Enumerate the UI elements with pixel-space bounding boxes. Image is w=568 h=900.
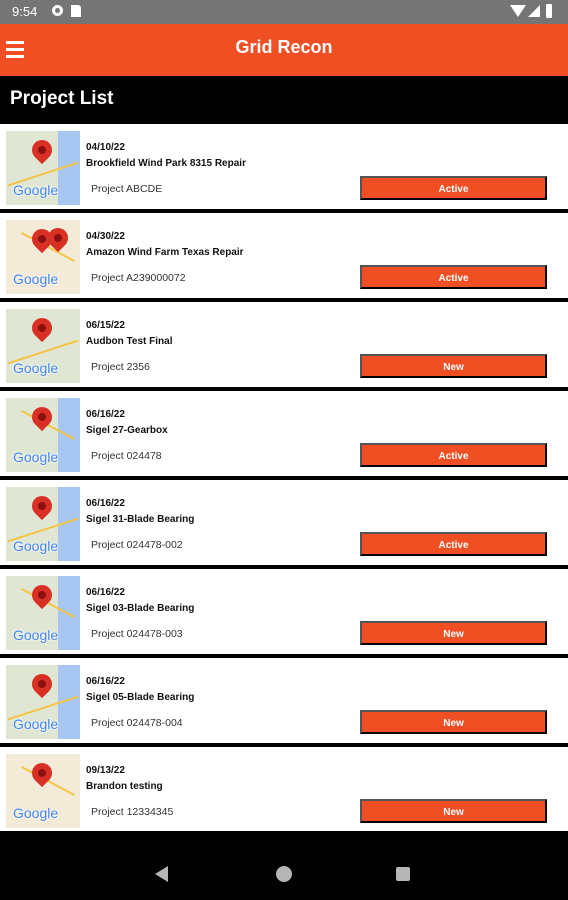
project-card[interactable]: Google 04/30/22 Amazon Wind Farm Texas R… [0, 213, 568, 298]
map-thumbnail: Google [6, 576, 80, 650]
project-card[interactable]: Google 06/16/22 Sigel 31-Blade Bearing P… [0, 480, 568, 565]
app-bar: Grid Recon [0, 24, 568, 76]
android-status-bar: 9:54 [0, 0, 568, 24]
project-name: Sigel 05-Blade Bearing [86, 692, 195, 703]
project-list-header: Project List [0, 76, 568, 124]
project-date: 09/13/22 [86, 765, 125, 776]
status-time: 9:54 [12, 4, 38, 19]
home-circle-icon[interactable] [276, 866, 292, 882]
map-pin-icon [27, 313, 57, 343]
project-name: Audbon Test Final [86, 336, 173, 347]
project-date: 04/30/22 [86, 231, 125, 242]
project-code: Project 2356 [91, 361, 150, 373]
project-date: 06/16/22 [86, 409, 125, 420]
project-card[interactable]: Google 06/16/22 Sigel 27-Gearbox Project… [0, 391, 568, 476]
map-thumbnail: Google [6, 398, 80, 472]
map-thumbnail: Google [6, 309, 80, 383]
google-map-label: Google [13, 538, 59, 554]
project-status-button[interactable]: New [360, 621, 547, 645]
map-thumbnail: Google [6, 487, 80, 561]
google-map-label: Google [13, 449, 59, 465]
project-code: Project ABCDE [91, 183, 163, 195]
project-code: Project A239000072 [91, 272, 186, 284]
recents-square-icon[interactable] [396, 867, 410, 881]
wifi-icon [510, 5, 526, 17]
back-triangle-icon[interactable] [155, 866, 168, 882]
project-date: 06/15/22 [86, 320, 125, 331]
storage-card-icon [71, 5, 81, 17]
project-name: Sigel 31-Blade Bearing [86, 514, 195, 525]
project-card[interactable]: Google 06/16/22 Sigel 05-Blade Bearing P… [0, 658, 568, 743]
map-pin-icon [27, 669, 57, 699]
map-thumbnail: Google [6, 665, 80, 739]
project-date: 06/16/22 [86, 587, 125, 598]
cellular-signal-icon [528, 5, 540, 17]
project-name: Sigel 27-Gearbox [86, 425, 168, 436]
map-thumbnail: Google [6, 220, 80, 294]
project-code: Project 024478-004 [91, 717, 183, 729]
google-map-label: Google [13, 182, 59, 198]
project-card[interactable]: Google 06/16/22 Sigel 03-Blade Bearing P… [0, 569, 568, 654]
project-name: Sigel 03-Blade Bearing [86, 603, 195, 614]
project-status-button[interactable]: New [360, 354, 547, 378]
google-map-label: Google [13, 805, 59, 821]
project-name: Brandon testing [86, 781, 163, 792]
project-status-button[interactable]: New [360, 799, 547, 823]
project-card[interactable]: Google 06/15/22 Audbon Test Final Projec… [0, 302, 568, 387]
app-title: Grid Recon [235, 37, 333, 57]
battery-icon [546, 4, 552, 18]
map-thumbnail: Google [6, 131, 80, 205]
project-status-button[interactable]: New [360, 710, 547, 734]
project-status-button[interactable]: Active [360, 176, 547, 200]
google-map-label: Google [13, 360, 59, 376]
map-pin-icon [27, 135, 57, 165]
project-date: 06/16/22 [86, 498, 125, 509]
google-map-label: Google [13, 627, 59, 643]
map-thumbnail: Google [6, 754, 80, 828]
google-map-label: Google [13, 271, 59, 287]
project-code: Project 024478-002 [91, 539, 183, 551]
map-pin-icon [27, 491, 57, 521]
page-title: Project List [10, 88, 114, 109]
project-date: 04/10/22 [86, 142, 125, 153]
project-name: Amazon Wind Farm Texas Repair [86, 247, 244, 258]
google-map-label: Google [13, 716, 59, 732]
project-date: 06/16/22 [86, 676, 125, 687]
project-name: Brookfield Wind Park 8315 Repair [86, 158, 246, 169]
project-list: Google 04/10/22 Brookfield Wind Park 831… [0, 124, 568, 835]
android-navigation-bar [0, 856, 568, 900]
project-card[interactable]: Google 09/13/22 Brandon testing Project … [0, 747, 568, 831]
project-card[interactable]: Google 04/10/22 Brookfield Wind Park 831… [0, 124, 568, 209]
project-status-button[interactable]: Active [360, 443, 547, 467]
project-status-button[interactable]: Active [360, 265, 547, 289]
project-code: Project 12334345 [91, 806, 174, 818]
project-code: Project 024478 [91, 450, 162, 462]
settings-gear-icon [52, 5, 63, 16]
project-code: Project 024478-003 [91, 628, 183, 640]
project-status-button[interactable]: Active [360, 532, 547, 556]
